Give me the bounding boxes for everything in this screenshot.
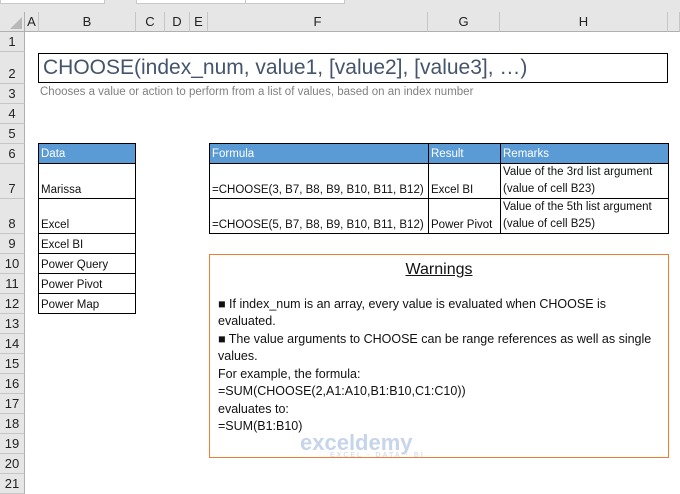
data-cell[interactable]: Power Query [38, 253, 136, 274]
column-header-filler [668, 12, 680, 32]
toolbar-fragment [0, 0, 105, 4]
row-header-15[interactable]: 15 [0, 354, 25, 374]
column-header-A[interactable]: A [25, 12, 39, 32]
row-header-8[interactable]: 8 [0, 199, 25, 234]
row-header-3[interactable]: 3 [0, 84, 25, 104]
remarks-header[interactable]: Remarks [500, 143, 669, 164]
remark-line: Value of the 3rd list argument [503, 166, 653, 178]
data-cell[interactable]: Marissa [38, 163, 136, 199]
data-header[interactable]: Data [38, 143, 136, 164]
row-header-6[interactable]: 6 [0, 144, 25, 164]
row-header-13[interactable]: 13 [0, 314, 25, 334]
row-header-21[interactable]: 21 [0, 474, 25, 494]
exceldemy-watermark-logo: exceldemy EXCEL · DATA · BI [300, 430, 425, 459]
row-header-19[interactable]: 19 [0, 434, 25, 454]
toolbar-fragment [136, 0, 246, 4]
row-header-14[interactable]: 14 [0, 334, 25, 354]
remark-line: Value of the 5th list argument [503, 201, 652, 213]
column-header-F[interactable]: F [208, 12, 428, 32]
column-header-E[interactable]: E [190, 12, 208, 32]
column-header-G[interactable]: G [428, 12, 500, 32]
result-cell[interactable]: Excel BI [428, 163, 501, 199]
data-cell[interactable]: Power Pivot [38, 273, 136, 294]
column-header-D[interactable]: D [165, 12, 190, 32]
function-description: Chooses a value or action to perform fro… [40, 86, 474, 98]
row-header-4[interactable]: 4 [0, 104, 25, 124]
row-header-18[interactable]: 18 [0, 414, 25, 434]
data-cell[interactable]: Excel BI [38, 233, 136, 254]
row-header-5[interactable]: 5 [0, 124, 25, 144]
row-header-11[interactable]: 11 [0, 274, 25, 294]
column-header-C[interactable]: C [136, 12, 165, 32]
warnings-title: Warnings [405, 261, 473, 278]
formula-cell[interactable]: =CHOOSE(3, B7, B8, B9, B10, B11, B12) [209, 163, 429, 199]
formula-header[interactable]: Formula [209, 143, 429, 164]
remark-line: (value of cell B25) [503, 218, 596, 230]
toolbar-fragment [245, 0, 345, 4]
result-cell[interactable]: Power Pivot [428, 198, 501, 234]
row-header-7[interactable]: 7 [0, 164, 25, 199]
remarks-cell[interactable]: Value of the 5th list argument (value of… [500, 198, 669, 234]
warning-line: For example, the formula: [218, 366, 361, 381]
remarks-cell[interactable]: Value of the 3rd list argument (value of… [500, 163, 669, 199]
row-header-10[interactable]: 10 [0, 254, 25, 274]
warnings-textbox[interactable]: Warnings ■ If index_num is an array, eve… [209, 254, 669, 458]
function-syntax-title: CHOOSE(index_num, value1, [value2], [val… [38, 53, 668, 83]
watermark-tagline: EXCEL · DATA · BI [330, 452, 425, 459]
warning-line: ■ If index_num is an array, every value … [218, 296, 607, 329]
row-header-1[interactable]: 1 [0, 32, 25, 52]
remark-line: (value of cell B23) [503, 183, 596, 195]
row-header-12[interactable]: 12 [0, 294, 25, 314]
column-header-B[interactable]: B [39, 12, 136, 32]
row-header-2[interactable]: 2 [0, 52, 25, 84]
column-header-H[interactable]: H [500, 12, 668, 32]
row-header-17[interactable]: 17 [0, 394, 25, 414]
data-cell[interactable]: Power Map [38, 293, 136, 314]
formula-cell[interactable]: =CHOOSE(5, B7, B8, B9, B10, B11, B12) [209, 198, 429, 234]
row-header-20[interactable]: 20 [0, 454, 25, 474]
warning-line: ■ The value arguments to CHOOSE can be r… [218, 331, 652, 364]
data-cell[interactable]: Excel [38, 198, 136, 234]
row-header-16[interactable]: 16 [0, 374, 25, 394]
result-header[interactable]: Result [428, 143, 501, 164]
row-header-9[interactable]: 9 [0, 234, 25, 254]
warning-line: evaluates to: [218, 401, 289, 416]
warning-line: =SUM(CHOOSE(2,A1:A10,B1:B10,C1:C10)) [218, 384, 466, 398]
warning-line: =SUM(B1:B10) [218, 419, 303, 433]
select-all-button[interactable] [0, 12, 25, 32]
